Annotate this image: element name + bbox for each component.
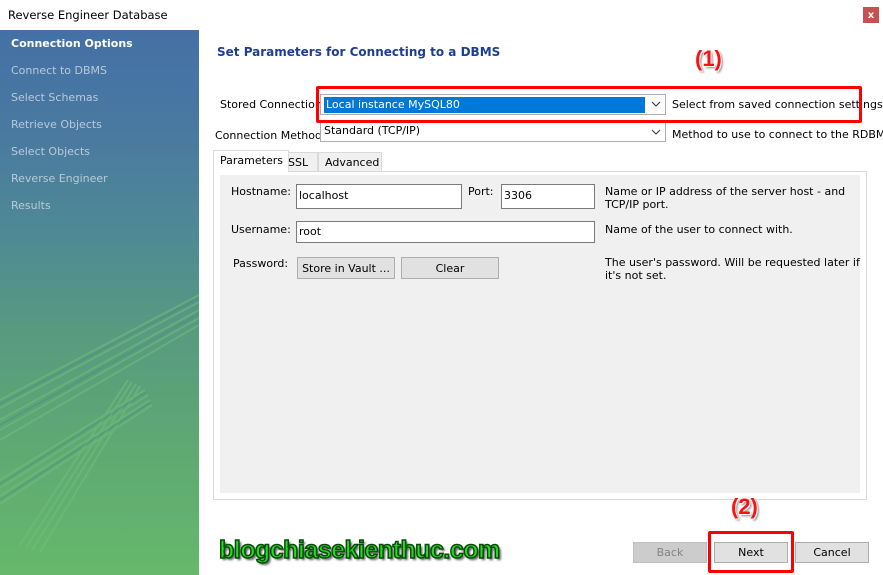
back-button[interactable]: Back: [633, 542, 707, 563]
close-icon: x: [867, 9, 875, 21]
highlight-box-next: [708, 531, 794, 573]
connection-method-value: Standard (TCP/IP): [324, 124, 421, 137]
annotation-marker-1: (1): [695, 46, 722, 71]
sidebar-item-results: Results: [11, 199, 51, 212]
port-input[interactable]: 3306: [501, 184, 595, 209]
stored-connection-label: Stored Connection:: [220, 98, 326, 111]
cancel-button[interactable]: Cancel: [795, 542, 869, 563]
sidebar-item-reverse-engineer: Reverse Engineer: [11, 172, 108, 185]
hostname-label: Hostname:: [231, 185, 291, 198]
sidebar-item-select-objects: Select Objects: [11, 145, 90, 158]
connection-method-description: Method to use to connect to the RDBMS: [672, 128, 883, 141]
tab-parameters[interactable]: Parameters: [213, 150, 289, 172]
sidebar-decoration-image: [0, 294, 199, 553]
hostname-input[interactable]: localhost: [296, 184, 462, 209]
password-label: Password:: [233, 257, 289, 270]
clear-password-button[interactable]: Clear: [401, 257, 499, 279]
username-input[interactable]: root: [296, 221, 595, 243]
sidebar-item-connection-options: Connection Options: [11, 37, 133, 50]
wizard-steps-sidebar: Connection Options Connect to DBMS Selec…: [0, 30, 199, 575]
tab-advanced[interactable]: Advanced: [318, 152, 382, 171]
annotation-marker-2: (2): [731, 494, 758, 519]
title-bar: Reverse Engineer Database x: [0, 0, 883, 30]
page-title: Set Parameters for Connecting to a DBMS: [217, 45, 501, 59]
username-label: Username:: [231, 223, 291, 236]
connection-method-label: Connection Method:: [215, 129, 326, 142]
watermark-text: blogchiasekienthuc.com: [218, 535, 501, 565]
sidebar-item-select-schemas: Select Schemas: [11, 91, 99, 104]
highlight-box-stored-connection: [316, 86, 862, 123]
close-button[interactable]: x: [863, 7, 879, 23]
host-description: Name or IP address of the server host - …: [605, 185, 846, 211]
sidebar-item-retrieve-objects: Retrieve Objects: [11, 118, 102, 131]
username-description: Name of the user to connect with.: [605, 223, 793, 236]
connection-method-dropdown[interactable]: Standard (TCP/IP): [320, 122, 666, 142]
window-title: Reverse Engineer Database: [8, 8, 168, 22]
password-description: The user's password. Will be requested l…: [605, 256, 860, 282]
chevron-down-icon: [651, 129, 661, 135]
sidebar-item-connect-to-dbms: Connect to DBMS: [11, 64, 108, 77]
store-in-vault-button[interactable]: Store in Vault ...: [297, 257, 395, 279]
port-label: Port:: [468, 185, 494, 198]
